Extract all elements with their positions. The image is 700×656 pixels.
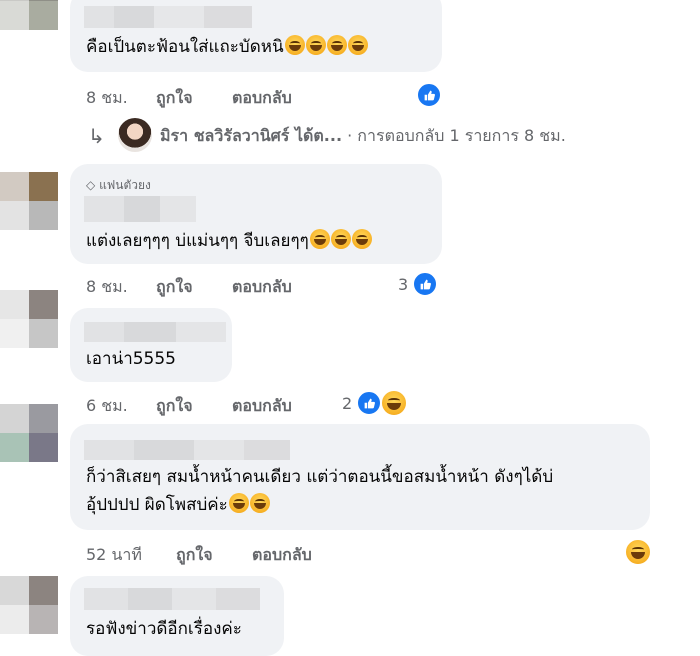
comment-time[interactable]: 8 ชม. <box>86 275 128 300</box>
comment-text-line1: ก็ว่าสิเสยๆ สมน้ำหน้าคนเดียว แต่ว่าตอนนี… <box>86 467 554 487</box>
comment-text: รอฟังข่าวดีอีกเรื่องค่ะ <box>86 619 242 639</box>
diamond-icon: ◇ <box>86 178 96 192</box>
commenter-avatar[interactable] <box>0 290 58 348</box>
comment-time[interactable]: 6 ชม. <box>86 394 128 419</box>
haha-icon[interactable] <box>380 389 408 417</box>
comment-bubble: เอาน่า5555 <box>70 308 232 382</box>
reaction-count[interactable]: 2 <box>342 394 352 413</box>
commenter-name[interactable] <box>84 322 226 342</box>
reply-action[interactable]: ตอบกลับ <box>232 394 292 419</box>
haha-emoji-icon <box>249 493 270 513</box>
rofl-emoji-icon <box>284 35 305 55</box>
top-fan-badge: ◇ แฟนตัวยง <box>86 178 151 192</box>
commenter-avatar[interactable] <box>0 404 58 462</box>
reply-author[interactable]: มิรา ชลวิรัลวานิศร์ ได้ต... <box>160 126 342 145</box>
comment-bubble: ก็ว่าสิเสยๆ สมน้ำหน้าคนเดียว แต่ว่าตอนนี… <box>70 424 650 530</box>
haha-icon[interactable] <box>624 538 652 566</box>
comment-time[interactable]: 8 ชม. <box>86 86 128 111</box>
comment-bubble: ◇ แฟนตัวยง แต่งเลยๆๆๆ บ่แม่นๆๆ จีบเลยๆๆ <box>70 164 442 264</box>
commenter-name[interactable] <box>84 440 290 460</box>
comment-text: แต่งเลยๆๆๆ บ่แม่นๆๆ จีบเลยๆๆ <box>86 228 372 255</box>
commenter-avatar[interactable] <box>0 0 58 30</box>
commenter-name[interactable] <box>84 6 252 28</box>
like-action[interactable]: ถูกใจ <box>176 543 213 568</box>
like-icon[interactable] <box>416 82 442 108</box>
rofl-emoji-icon <box>326 35 347 55</box>
reply-preview[interactable]: มิรา ชลวิรัลวานิศร์ ได้ต... · การตอบกลับ… <box>160 124 566 149</box>
haha-emoji-icon <box>351 229 372 249</box>
commenter-avatar[interactable] <box>0 172 58 230</box>
commenter-name[interactable] <box>84 588 260 610</box>
like-action[interactable]: ถูกใจ <box>156 275 193 300</box>
reply-count[interactable]: · การตอบกลับ 1 รายการ 8 ชม. <box>347 126 566 145</box>
commenter-name[interactable] <box>84 196 196 222</box>
comment-text-line2: อุ้ปปปป ผิดโพสบ่ค่ะ <box>86 492 270 519</box>
like-action[interactable]: ถูกใจ <box>156 86 193 111</box>
comment-text: คือเป็นตะฟ้อนใส่แถะบัดหนิ <box>86 34 368 61</box>
like-action[interactable]: ถูกใจ <box>156 394 193 419</box>
haha-emoji-icon <box>309 229 330 249</box>
reply-action[interactable]: ตอบกลับ <box>232 275 292 300</box>
commenter-avatar[interactable] <box>0 576 58 634</box>
reply-action[interactable]: ตอบกลับ <box>232 86 292 111</box>
comment-text: เอาน่า5555 <box>86 349 176 369</box>
comment-time[interactable]: 52 นาที <box>86 543 142 568</box>
rofl-emoji-icon <box>305 35 326 55</box>
haha-emoji-icon <box>330 229 351 249</box>
like-icon[interactable] <box>412 271 438 297</box>
reply-arrow-icon: ↳ <box>88 124 105 148</box>
comment-bubble: รอฟังข่าวดีอีกเรื่องค่ะ <box>70 576 284 656</box>
reply-action[interactable]: ตอบกลับ <box>252 543 312 568</box>
haha-emoji-icon <box>228 493 249 513</box>
comment-bubble: คือเป็นตะฟ้อนใส่แถะบัดหนิ <box>70 0 442 72</box>
reply-avatar[interactable] <box>118 118 152 152</box>
rofl-emoji-icon <box>347 35 368 55</box>
like-icon[interactable] <box>356 390 382 416</box>
reaction-count[interactable]: 3 <box>398 275 408 294</box>
